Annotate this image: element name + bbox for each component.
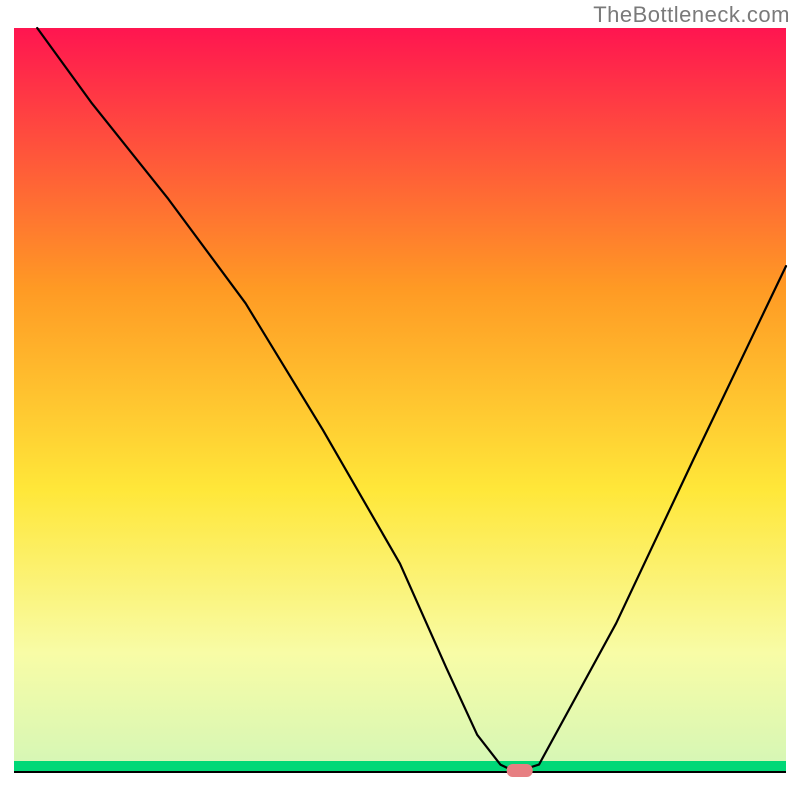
gradient-field bbox=[14, 28, 786, 772]
optimal-marker bbox=[507, 764, 533, 777]
watermark-text: TheBottleneck.com bbox=[593, 2, 790, 28]
chart-stage: TheBottleneck.com bbox=[0, 0, 800, 800]
bottleneck-plot bbox=[0, 0, 800, 800]
